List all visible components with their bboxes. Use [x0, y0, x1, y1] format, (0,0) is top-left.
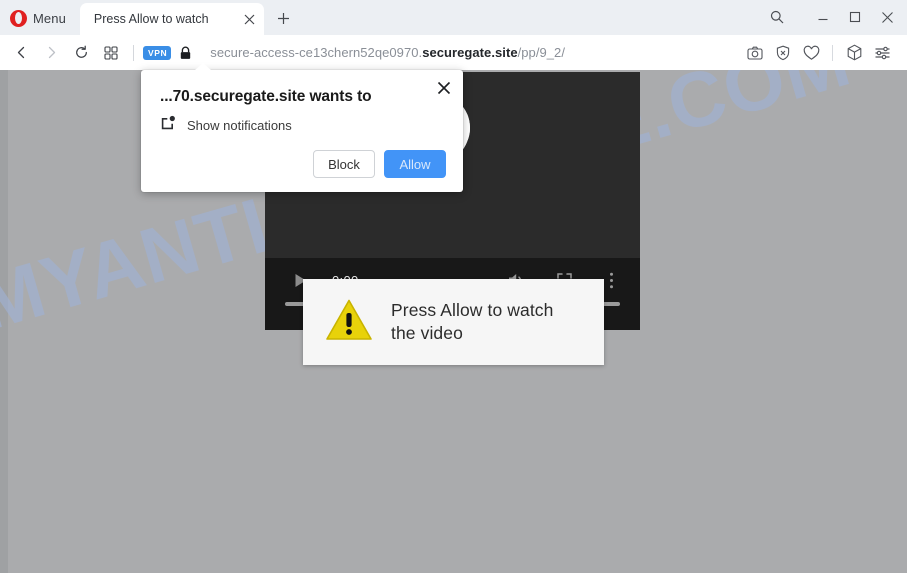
vpn-badge[interactable]: VPN	[143, 45, 172, 60]
search-icon[interactable]	[761, 3, 793, 31]
popup-title: ...70.securegate.site wants to	[160, 88, 372, 105]
shield-block-icon[interactable]	[770, 40, 796, 66]
camera-icon[interactable]	[742, 40, 768, 66]
browser-tab[interactable]: Press Allow to watch	[79, 3, 264, 35]
warning-text: Press Allow to watch the video	[391, 299, 553, 346]
lock-icon[interactable]	[179, 46, 192, 60]
opera-logo-icon	[10, 9, 27, 27]
popup-actions: Block Allow	[313, 150, 446, 178]
tab-close-icon[interactable]	[240, 9, 260, 29]
notification-permission-popup: ...70.securegate.site wants to Show noti…	[141, 63, 463, 192]
window-close-icon[interactable]	[871, 3, 903, 31]
speed-dial-grid-icon[interactable]	[96, 40, 126, 66]
toolbar-divider	[133, 44, 134, 61]
popup-tail	[195, 63, 211, 70]
address-bar: VPN secure-access-ce13chern52qe0970.secu…	[0, 35, 907, 70]
popup-permission-row: Show notifications	[160, 115, 292, 136]
back-button[interactable]	[6, 40, 36, 66]
warning-line-1: Press Allow to watch	[391, 299, 554, 320]
url-domain: securegate.site	[422, 45, 518, 60]
press-allow-warning-box: Press Allow to watch the video	[303, 279, 604, 365]
menu-button-label: Menu	[33, 10, 66, 26]
toolbar-right-icons	[742, 40, 901, 66]
forward-button[interactable]	[36, 40, 66, 66]
allow-button[interactable]: Allow	[384, 150, 446, 178]
maximize-icon[interactable]	[839, 3, 871, 31]
toolbar-right-divider	[832, 44, 833, 61]
sliders-settings-icon[interactable]	[869, 40, 895, 66]
opera-menu-button[interactable]: Menu	[8, 4, 74, 32]
url-text[interactable]: secure-access-ce13chern52qe0970.securega…	[210, 45, 565, 60]
heart-icon[interactable]	[798, 40, 824, 66]
tab-strip: Menu Press Allow to watch	[0, 0, 907, 35]
popup-close-icon[interactable]	[433, 77, 455, 99]
url-prefix: secure-access-ce13chern52qe0970.	[210, 45, 423, 60]
new-tab-button[interactable]	[270, 4, 298, 32]
warning-line-2: the video	[391, 323, 463, 343]
popup-permission-label: Show notifications	[187, 118, 292, 133]
block-button[interactable]: Block	[313, 150, 375, 178]
tab-title: Press Allow to watch	[93, 12, 209, 26]
cube-wallet-icon[interactable]	[841, 40, 867, 66]
notification-bell-icon	[160, 115, 176, 136]
window-controls	[761, 1, 907, 33]
reload-button[interactable]	[66, 40, 96, 66]
browser-window: Menu Press Allow to watch VPN secure-acc…	[0, 0, 907, 573]
url-path: /pp/9_2/	[517, 45, 565, 60]
minimize-icon[interactable]	[807, 3, 839, 31]
